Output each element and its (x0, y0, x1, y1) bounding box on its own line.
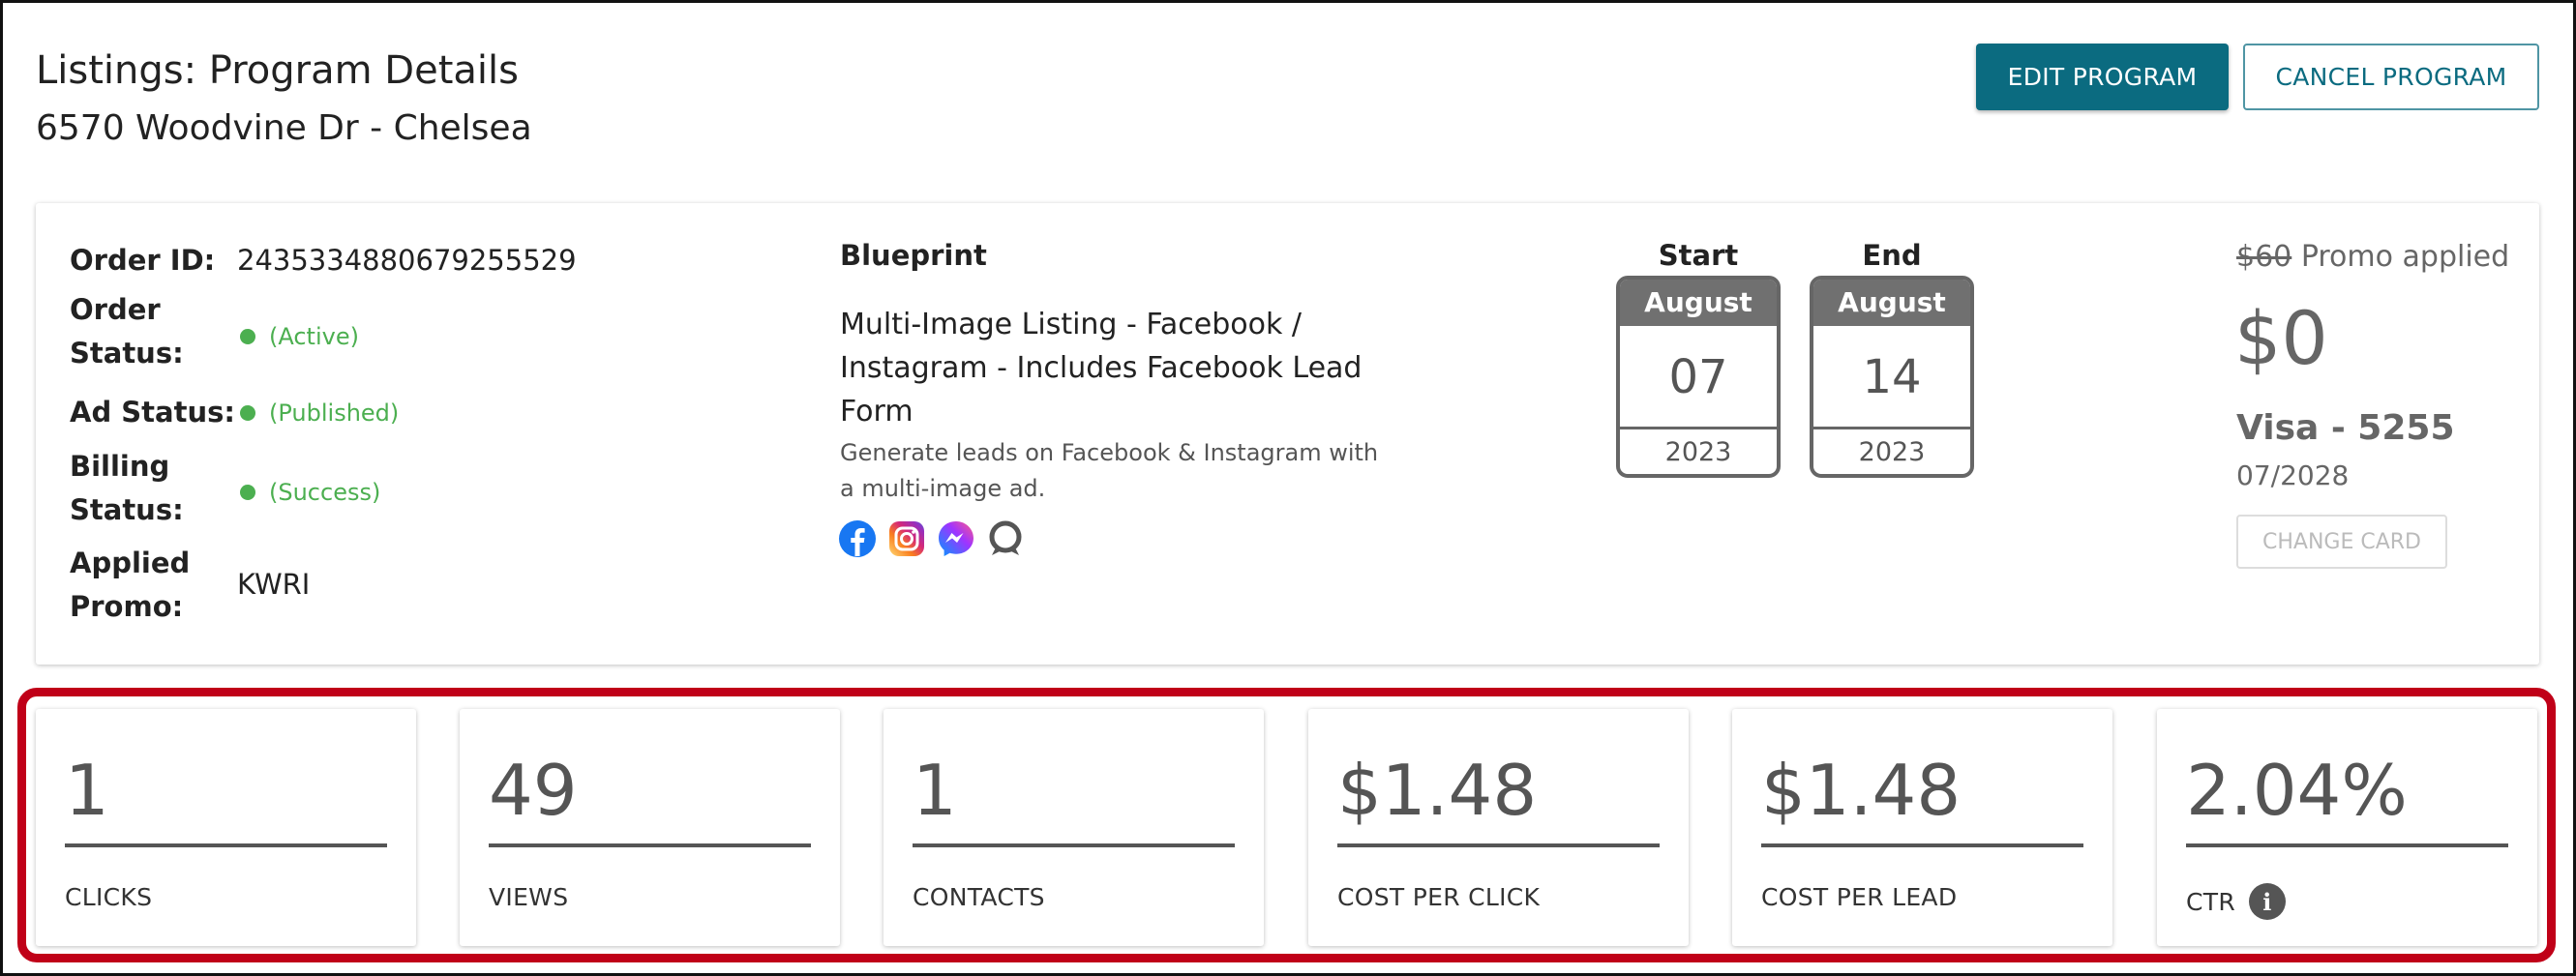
metric-divider (1761, 843, 2083, 847)
applied-promo-value: KWRI (237, 568, 311, 601)
page-title: Listings: Program Details (36, 48, 519, 93)
metric-label: COST PER LEAD (1761, 883, 1957, 911)
metric-label: VIEWS (489, 883, 568, 911)
metric-card-ctr: 2.04% CTR i (2157, 709, 2537, 946)
chat-icon (989, 520, 1022, 555)
billing-status-value: (Success) (269, 479, 381, 506)
total-price: $0 (2234, 295, 2328, 381)
promo-info: $60 Promo applied (2236, 240, 2509, 274)
end-date-calendar: August 14 2023 (1810, 276, 1974, 478)
end-month: August (1813, 280, 1970, 326)
order-status-value: (Active) (269, 323, 359, 350)
blueprint-name: Multi-Image Listing - Facebook / Instagr… (840, 308, 1363, 429)
ad-status-value: (Published) (269, 399, 400, 427)
edit-program-button[interactable]: EDIT PROGRAM (1976, 44, 2229, 110)
cancel-program-button[interactable]: CANCEL PROGRAM (2243, 44, 2539, 110)
end-day: 14 (1813, 326, 1970, 429)
blueprint-heading: Blueprint (840, 239, 987, 272)
metric-card-contacts: 1 CONTACTS (884, 709, 1264, 946)
metric-label-text: CONTACTS (913, 883, 1045, 911)
order-id-label: Order ID: (70, 244, 216, 277)
metric-label-text: CLICKS (65, 883, 153, 911)
metric-value: 49 (489, 750, 578, 831)
original-price: $60 (2236, 240, 2292, 274)
metric-card-views: 49 VIEWS (460, 709, 840, 946)
start-year: 2023 (1664, 437, 1732, 467)
channel-icons (838, 519, 1025, 558)
order-status-label-line2: Status: (70, 337, 184, 370)
metric-label-text: VIEWS (489, 883, 569, 911)
metric-label: COST PER CLICK (1337, 883, 1540, 911)
messenger-icon (939, 521, 973, 556)
metric-label: CTR i (2186, 883, 2286, 920)
payment-card: Visa - 5255 (2236, 408, 2455, 448)
start-heading: Start (1658, 239, 1739, 272)
ad-status: (Published) (240, 399, 399, 427)
status-dot (240, 405, 255, 421)
end-year: 2023 (1858, 437, 1926, 467)
billing-status-label-line1: Billing (70, 450, 170, 483)
order-id-value: 2435334880679255529 (237, 244, 577, 277)
metric-label: CONTACTS (913, 883, 1045, 911)
order-status-label-line1: Order (70, 293, 161, 326)
metric-card-clicks: 1 CLICKS (36, 709, 416, 946)
metric-divider (2186, 843, 2508, 847)
metric-value: $1.48 (1337, 750, 1538, 831)
metric-label-text: CTR (2186, 887, 2235, 916)
start-month: August (1620, 280, 1777, 326)
end-heading: End (1862, 239, 1922, 272)
blueprint-description: Generate leads on Facebook & Instagram w… (840, 439, 1379, 502)
start-date-calendar: August 07 2023 (1616, 276, 1781, 478)
metric-card-cost-per-lead: $1.48 COST PER LEAD (1732, 709, 2112, 946)
instagram-icon (889, 521, 924, 556)
metric-label-text: COST PER CLICK (1337, 883, 1541, 911)
billing-status: (Success) (240, 479, 380, 506)
metric-divider (65, 843, 387, 847)
metric-card-cost-per-click: $1.48 COST PER CLICK (1308, 709, 1689, 946)
metric-divider (1337, 843, 1660, 847)
metric-label-text: COST PER LEAD (1761, 883, 1958, 911)
metric-value: 1 (65, 750, 109, 831)
metric-value: 1 (913, 750, 957, 831)
card-expiry: 07/2028 (2236, 459, 2350, 491)
applied-promo-label-line2: Promo: (70, 590, 184, 623)
info-icon[interactable]: i (2249, 883, 2286, 920)
facebook-icon (839, 520, 876, 557)
metric-value: 2.04% (2186, 750, 2408, 831)
ad-status-label: Ad Status: (70, 396, 235, 429)
page-subtitle: 6570 Woodvine Dr - Chelsea (36, 108, 532, 148)
status-dot (240, 329, 255, 344)
metric-divider (913, 843, 1235, 847)
metric-label: CLICKS (65, 883, 152, 911)
order-status: (Active) (240, 323, 359, 350)
metric-value: $1.48 (1761, 750, 1962, 831)
metric-divider (489, 843, 811, 847)
status-dot (240, 485, 255, 500)
promo-applied-text: Promo applied (2300, 240, 2510, 274)
start-day: 07 (1620, 326, 1777, 429)
change-card-button[interactable]: CHANGE CARD (2236, 515, 2447, 569)
billing-status-label-line2: Status: (70, 493, 184, 526)
applied-promo-label-line1: Applied (70, 547, 191, 579)
